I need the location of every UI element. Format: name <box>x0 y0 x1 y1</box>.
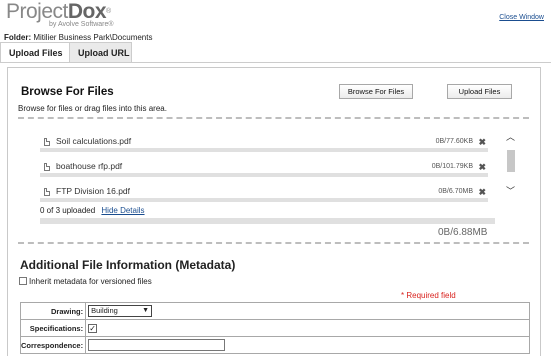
file-size: 0B/101.79KB <box>431 163 473 170</box>
scrollbar-thumb[interactable] <box>507 150 515 172</box>
pdf-file-icon <box>44 188 50 196</box>
folder-value: Mitilier Business Park\Documents <box>31 33 153 42</box>
drop-zone-bottom-border <box>18 242 529 244</box>
logo-wordmark-project: Project <box>6 0 68 23</box>
chevron-up-icon[interactable]: ︿ <box>506 130 515 143</box>
file-list-scrollbar[interactable]: ︿ ﹀ <box>505 130 517 198</box>
chevron-down-icon: ▼ <box>142 307 150 314</box>
file-row: FTP Division 16.pdf 0B/6.70MB ✖ <box>40 185 488 205</box>
file-row: boathouse rfp.pdf 0B/101.79KB ✖ <box>40 160 488 180</box>
file-progress-bar <box>40 148 488 152</box>
correspondence-label: Correspondence: <box>19 336 87 354</box>
chevron-down-icon[interactable]: ﹀ <box>506 184 515 197</box>
browse-for-files-button[interactable]: Browse For Files <box>339 84 413 99</box>
file-size: 0B/77.60KB <box>435 138 473 145</box>
file-progress-bar <box>40 198 488 202</box>
logo-trademark: ® <box>106 8 111 15</box>
inherit-metadata-label: Inherit metadata for versioned files <box>29 277 152 286</box>
drawing-cell: Building ▼ <box>85 302 530 320</box>
file-row: Soil calculations.pdf 0B/77.60KB ✖ <box>40 135 488 155</box>
projectdox-logo: ProjectDox® by Avolve Software® <box>6 1 114 29</box>
folder-path: Folder: Mitilier Business Park\Documents <box>4 33 152 42</box>
hide-details-link[interactable]: Hide Details <box>101 206 144 215</box>
table-row: Drawing: Building ▼ <box>19 302 530 320</box>
tab-divider <box>0 62 551 63</box>
upload-tabs: Upload Files Upload URL <box>0 42 132 63</box>
inherit-metadata-option: Inherit metadata for versioned files <box>19 277 152 286</box>
upload-status: 0 of 3 uploaded Hide Details <box>40 206 145 215</box>
logo-subtitle: by Avolve Software® <box>49 21 114 28</box>
browse-title: Browse For Files <box>21 86 114 98</box>
total-size: 0B/6.88MB <box>438 227 488 238</box>
correspondence-input[interactable] <box>88 339 226 351</box>
drawing-label: Drawing: <box>19 302 87 320</box>
logo-wordmark: ProjectDox® <box>6 1 111 23</box>
pdf-file-icon <box>44 163 50 171</box>
file-name: boathouse rfp.pdf <box>56 161 123 171</box>
file-name: FTP Division 16.pdf <box>56 186 131 196</box>
specifications-label: Specifications: <box>19 319 87 337</box>
metadata-title: Additional File Information (Metadata) <box>20 258 236 272</box>
remove-x-icon[interactable]: ✖ <box>478 187 486 198</box>
tab-upload-url[interactable]: Upload URL <box>70 42 132 63</box>
file-size: 0B/6.70MB <box>438 188 473 195</box>
file-name: Soil calculations.pdf <box>56 136 132 146</box>
upload-files-button[interactable]: Upload Files <box>447 84 512 99</box>
upload-count: 0 of 3 uploaded <box>40 206 96 215</box>
tab-upload-files[interactable]: Upload Files <box>0 42 70 63</box>
remove-x-icon[interactable]: ✖ <box>478 137 486 148</box>
remove-x-icon[interactable]: ✖ <box>478 162 486 173</box>
total-progress-bar <box>40 218 495 224</box>
correspondence-cell <box>85 336 530 354</box>
table-row: Correspondence: <box>19 336 530 354</box>
specifications-cell: ✓ <box>85 319 530 337</box>
inherit-metadata-checkbox[interactable] <box>19 277 27 285</box>
drawing-select-value: Building <box>91 306 118 315</box>
required-field-note: * Required field <box>401 291 456 300</box>
metadata-table: Drawing: Building ▼ Specifications: ✓ Cor… <box>19 302 530 354</box>
file-progress-bar <box>40 173 488 177</box>
folder-label: Folder: <box>4 33 32 42</box>
drop-zone-top-border <box>18 117 529 119</box>
drawing-select[interactable]: Building ▼ <box>88 305 153 317</box>
specifications-checkbox[interactable]: ✓ <box>88 323 98 333</box>
table-row: Specifications: ✓ <box>19 319 530 337</box>
pdf-file-icon <box>44 138 50 146</box>
browse-description: Browse for files or drag files into this… <box>18 104 167 113</box>
close-window-link[interactable]: Close Window <box>499 14 544 21</box>
logo-wordmark-dox: Dox <box>67 0 107 23</box>
